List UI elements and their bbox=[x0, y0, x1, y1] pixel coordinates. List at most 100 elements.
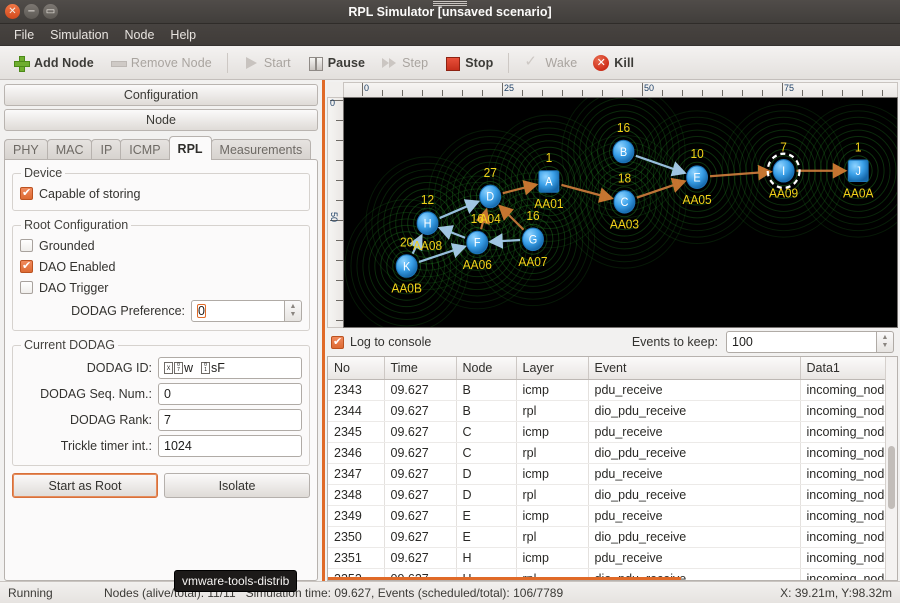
table-row[interactable]: 2344 09.627 Brpl dio_pdu_receive incoming_no… bbox=[328, 400, 897, 422]
svg-text:16: 16 bbox=[617, 121, 630, 136]
dao-enabled-row[interactable]: DAO Enabled bbox=[20, 256, 302, 277]
capable-of-storing-checkbox[interactable] bbox=[20, 186, 33, 200]
close-icon[interactable]: ✕ bbox=[5, 4, 20, 19]
svg-text:18: 18 bbox=[618, 171, 631, 186]
add-node-button[interactable]: Add Node bbox=[6, 52, 101, 74]
table-row[interactable]: 2348 09.627 Drpl dio_pdu_receive incoming_no… bbox=[328, 484, 897, 506]
network-canvas[interactable]: A 1 AA01 B 16 C 18 AA03 D 27 A04 E 10 AA05 F 16 AA06 G 16 A… bbox=[343, 97, 898, 328]
log-cell-layer: icmp bbox=[516, 505, 589, 527]
table-row[interactable]: 2351 09.627 Hicmp pdu_receive incoming_node … bbox=[328, 547, 897, 569]
dodag-seq-num-input[interactable]: 0 bbox=[158, 383, 302, 405]
capable-of-storing-label: Capable of storing bbox=[39, 186, 141, 201]
log-cell-event: pdu_receive bbox=[588, 547, 801, 569]
tab-measurements[interactable]: Measurements bbox=[210, 139, 312, 160]
table-row[interactable]: 2345 09.627 Cicmp pdu_receive incoming_node … bbox=[328, 421, 897, 443]
log-cell-node: E bbox=[456, 505, 517, 527]
vertical-ruler: 0 50 bbox=[327, 97, 343, 328]
svg-text:7: 7 bbox=[780, 140, 787, 155]
main-body: Configuration Node PHY MAC IP ICMP RPL M… bbox=[0, 1, 900, 581]
kill-icon: ✕ bbox=[593, 54, 610, 71]
step-button[interactable]: Step bbox=[374, 52, 435, 74]
wake-button[interactable]: Wake bbox=[517, 52, 584, 74]
log-to-console-row[interactable]: Log to console bbox=[331, 335, 431, 349]
log-cell-event: dio_pdu_receive bbox=[588, 484, 801, 506]
svg-text:AA06: AA06 bbox=[463, 258, 492, 273]
tab-mac[interactable]: MAC bbox=[46, 139, 93, 160]
tab-phy[interactable]: PHY bbox=[4, 139, 48, 160]
log-cell-layer: icmp bbox=[516, 421, 589, 443]
dodag-id-input[interactable]: X07w 0 1 sF bbox=[158, 357, 302, 379]
dao-trigger-label: DAO Trigger bbox=[39, 280, 109, 295]
col-node[interactable]: Node bbox=[456, 357, 517, 380]
events-to-keep-input[interactable]: 100 bbox=[726, 331, 877, 353]
log-cell-data1: incoming_node = 'A' bbox=[800, 463, 897, 485]
minimize-icon[interactable]: − bbox=[24, 4, 39, 19]
configuration-button[interactable]: Configuration bbox=[4, 84, 318, 106]
maximize-icon[interactable]: ▭ bbox=[43, 4, 58, 19]
h-tick-0: 0 bbox=[364, 83, 370, 93]
horizontal-ruler: 0 25 50 75 bbox=[343, 82, 898, 97]
dodag-preference-spinner[interactable]: ▲ ▼ bbox=[285, 300, 302, 322]
grounded-row[interactable]: Grounded bbox=[20, 235, 302, 256]
svg-text:H: H bbox=[424, 218, 432, 230]
log-cell-time: 09.627 bbox=[384, 526, 457, 548]
start-button[interactable]: Start bbox=[236, 52, 298, 74]
scrollbar-thumb[interactable] bbox=[888, 446, 895, 509]
tab-icmp[interactable]: ICMP bbox=[120, 139, 170, 160]
col-time[interactable]: Time bbox=[384, 357, 457, 380]
log-cell-node: H bbox=[456, 547, 517, 569]
dao-trigger-row[interactable]: DAO Trigger bbox=[20, 277, 302, 298]
log-cell-time: 09.627 bbox=[384, 505, 457, 527]
isolate-button[interactable]: Isolate bbox=[164, 473, 310, 498]
svg-text:1: 1 bbox=[855, 140, 862, 155]
menu-simulation[interactable]: Simulation bbox=[42, 26, 116, 44]
menu-file[interactable]: File bbox=[6, 26, 42, 44]
log-cell-no: 2349 bbox=[328, 505, 385, 527]
rpl-simulator-window: ✕ − ▭ RPL Simulator [unsaved scenario] F… bbox=[0, 0, 900, 603]
log-vertical-scrollbar[interactable] bbox=[885, 357, 897, 580]
dao-trigger-checkbox[interactable] bbox=[20, 281, 33, 294]
log-cell-node: E bbox=[456, 526, 517, 548]
svg-text:J: J bbox=[855, 166, 860, 178]
dodag-preference-label: DODAG Preference: bbox=[71, 304, 185, 318]
dodag-actions: Start as Root Isolate bbox=[12, 473, 310, 498]
menu-node[interactable]: Node bbox=[117, 26, 163, 44]
table-row[interactable]: 2343 09.627 Bicmp pdu_receive incoming_node … bbox=[328, 379, 897, 401]
table-row[interactable]: 2346 09.627 Crpl dio_pdu_receive incoming_no… bbox=[328, 442, 897, 464]
log-to-console-checkbox[interactable] bbox=[331, 335, 344, 349]
events-to-keep-spinner[interactable]: ▲ ▼ bbox=[877, 331, 894, 353]
grounded-checkbox[interactable] bbox=[20, 239, 33, 252]
pause-button[interactable]: Pause bbox=[300, 52, 372, 74]
capable-of-storing-row[interactable]: Capable of storing bbox=[20, 183, 302, 204]
trickle-timer-input[interactable]: 1024 bbox=[158, 435, 302, 457]
table-row[interactable]: 2350 09.627 Erpl dio_pdu_receive incoming_no… bbox=[328, 526, 897, 548]
svg-text:AA03: AA03 bbox=[610, 217, 639, 232]
dodag-rank-input[interactable]: 7 bbox=[158, 409, 302, 431]
log-cell-time: 09.627 bbox=[384, 463, 457, 485]
stop-button[interactable]: Stop bbox=[437, 52, 500, 74]
dodag-preference-input[interactable]: 0 bbox=[191, 300, 285, 322]
log-cell-layer: rpl bbox=[516, 484, 589, 506]
log-cell-no: 2344 bbox=[328, 400, 385, 422]
canvas-area: 0 25 50 75 0 50 A 1 AA01 B 16 C 18 AA03 … bbox=[325, 80, 900, 328]
network-graph[interactable]: A1AA01B16C18AA03D27A04E10AA05F16AA06G16A… bbox=[344, 98, 897, 327]
svg-text:12: 12 bbox=[421, 193, 434, 208]
tab-rpl[interactable]: RPL bbox=[168, 136, 212, 160]
col-layer[interactable]: Layer bbox=[516, 357, 589, 380]
kill-button[interactable]: ✕ Kill bbox=[586, 52, 641, 74]
dao-enabled-checkbox[interactable] bbox=[20, 259, 33, 273]
node-button[interactable]: Node bbox=[4, 109, 318, 131]
remove-node-button[interactable]: Remove Node bbox=[103, 52, 219, 74]
tab-ip[interactable]: IP bbox=[91, 139, 122, 160]
log-cell-event: dio_pdu_receive bbox=[588, 400, 801, 422]
table-row[interactable]: 2349 09.627 Eicmp pdu_receive incoming_node … bbox=[328, 505, 897, 527]
splitter-handle[interactable] bbox=[433, 0, 467, 6]
event-log-table-wrapper: No Time Node Layer Event Data1 2343 09.62… bbox=[327, 356, 898, 581]
start-as-root-button[interactable]: Start as Root bbox=[12, 473, 158, 498]
log-cell-data1: incoming_node = 'A' bbox=[800, 547, 897, 569]
col-data1[interactable]: Data1 bbox=[800, 357, 897, 380]
col-no[interactable]: No bbox=[328, 357, 385, 380]
menu-help[interactable]: Help bbox=[162, 26, 204, 44]
col-event[interactable]: Event bbox=[588, 357, 801, 380]
table-row[interactable]: 2347 09.627 Dicmp pdu_receive incoming_node … bbox=[328, 463, 897, 485]
